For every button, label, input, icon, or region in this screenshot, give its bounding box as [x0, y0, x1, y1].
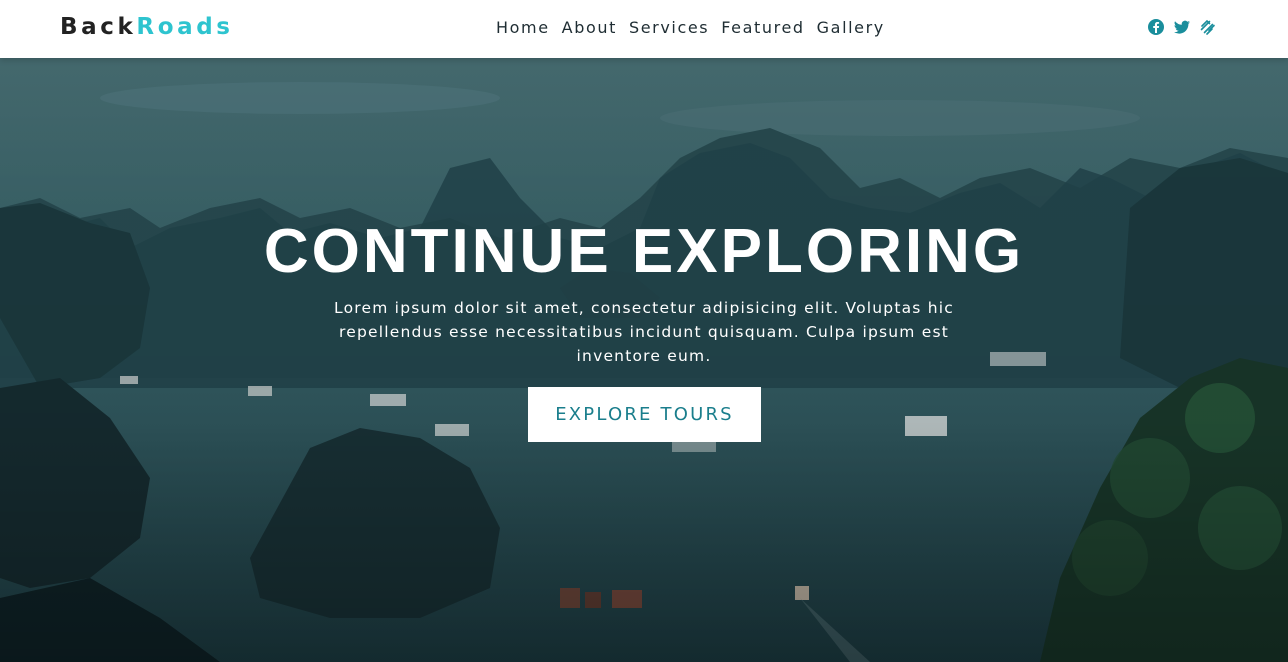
nav-item-about: About [562, 17, 617, 39]
hero-content: CONTINUE EXPLORING Lorem ipsum dolor sit… [0, 58, 1288, 662]
nav-link-gallery[interactable]: Gallery [817, 18, 885, 37]
nav-item-services: Services [629, 17, 709, 39]
nav-link-featured[interactable]: Featured [721, 18, 804, 37]
nav-link-services[interactable]: Services [629, 18, 709, 37]
navbar: BackRoads Home About Services Featured G… [0, 0, 1288, 58]
social-links [1147, 18, 1217, 36]
hero-section: CONTINUE EXPLORING Lorem ipsum dolor sit… [0, 58, 1288, 662]
explore-tours-button[interactable]: EXPLORE TOURS [528, 387, 761, 442]
logo-text-roads: Roads [136, 14, 234, 40]
logo-text-back: Back [60, 14, 137, 40]
hero-title: CONTINUE EXPLORING [263, 217, 1025, 286]
nav-item-gallery: Gallery [817, 17, 885, 39]
hero-description: Lorem ipsum dolor sit amet, consectetur … [334, 299, 954, 365]
nav-links: Home About Services Featured Gallery [496, 17, 897, 39]
facebook-icon[interactable] [1147, 18, 1165, 36]
nav-item-home: Home [496, 17, 550, 39]
squarespace-icon[interactable] [1199, 18, 1217, 36]
nav-link-home[interactable]: Home [496, 18, 550, 37]
twitter-icon[interactable] [1173, 18, 1191, 36]
nav-link-about[interactable]: About [562, 18, 617, 37]
logo[interactable]: BackRoads [60, 13, 234, 41]
nav-item-featured: Featured [721, 17, 804, 39]
